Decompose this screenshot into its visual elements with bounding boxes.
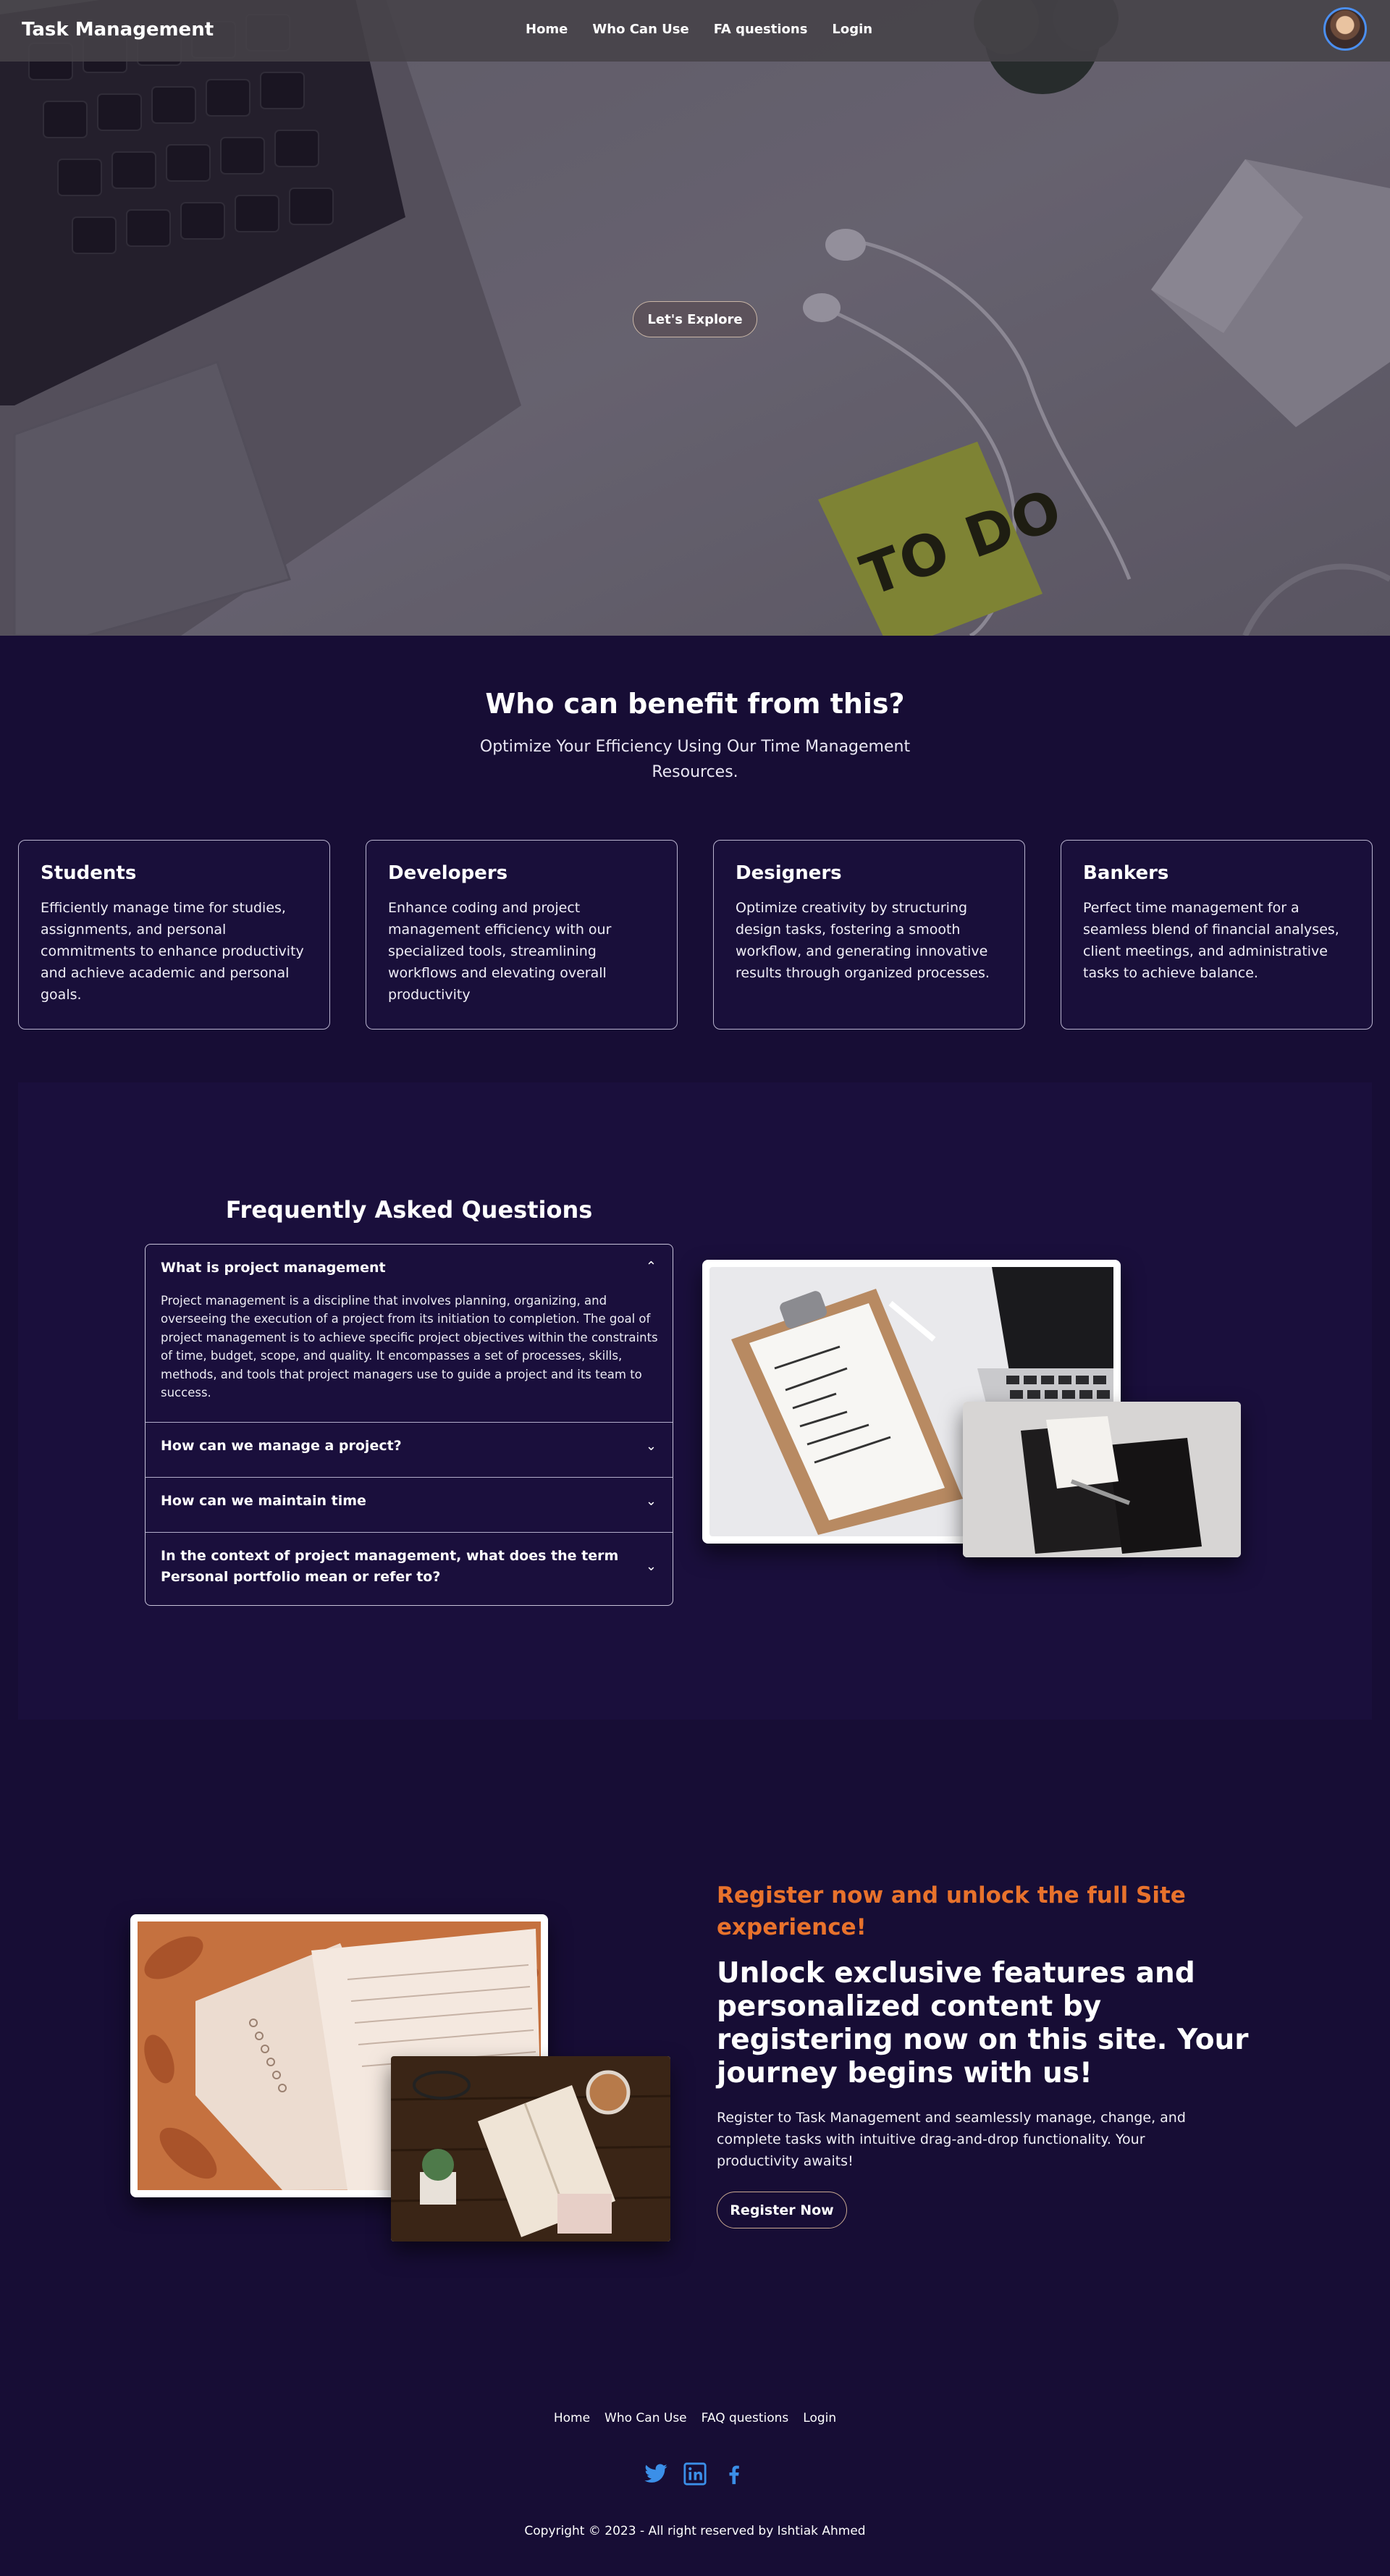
chevron-down-icon[interactable]: ⌄ [646, 1439, 657, 1454]
faq-question[interactable]: What is project management [146, 1245, 673, 1279]
footer-nav: Home Who Can Use FAQ questions Login [0, 2411, 1390, 2425]
benefit-card-designers: Designers Optimize creativity by structu… [713, 840, 1025, 1030]
footer-link-home[interactable]: Home [554, 2411, 590, 2425]
footer-link-faq[interactable]: FAQ questions [702, 2411, 789, 2425]
card-title: Developers [388, 862, 508, 884]
faq-item-open[interactable]: What is project management ⌃ Project man… [146, 1245, 673, 1423]
chevron-down-icon[interactable]: ⌄ [646, 1559, 657, 1574]
nav-link-faq[interactable]: FA questions [714, 22, 808, 37]
faq-question[interactable]: How can we manage a project? [146, 1423, 673, 1457]
card-title: Bankers [1083, 862, 1169, 884]
chevron-down-icon[interactable]: ⌄ [646, 1494, 657, 1509]
hero-section: TO DO Let's Explore [0, 0, 1390, 636]
wallet-photo [963, 1402, 1241, 1557]
register-photo-notebook [390, 2056, 671, 2242]
register-kicker: Register now and unlock the full Site ex… [717, 1882, 1186, 1940]
nav-link-who-can-use[interactable]: Who Can Use [592, 22, 688, 37]
benefit-card-bankers: Bankers Perfect time management for a se… [1061, 840, 1373, 1030]
register-description: Register to Task Management and seamless… [717, 2110, 1186, 2169]
copyright-text: Copyright © 2023 - All right reserved by… [524, 2524, 866, 2538]
faq-item[interactable]: In the context of project management, wh… [146, 1533, 673, 1605]
user-avatar[interactable] [1323, 7, 1367, 51]
benefits-subtitle: Optimize Your Efficiency Using Our Time … [479, 738, 911, 781]
faq-title: Frequently Asked Questions [225, 1196, 593, 1224]
card-text: Optimize creativity by structuring desig… [736, 900, 990, 981]
benefit-card-students: Students Efficiently manage time for stu… [18, 840, 330, 1030]
benefit-card-developers: Developers Enhance coding and project ma… [366, 840, 678, 1030]
faq-item[interactable]: How can we maintain time ⌄ [146, 1478, 673, 1533]
chevron-up-icon[interactable]: ⌃ [646, 1259, 657, 1274]
lets-explore-button[interactable]: Let's Explore [633, 301, 757, 337]
faq-question[interactable]: In the context of project management, wh… [146, 1533, 673, 1588]
benefits-title: Who can benefit from this? [485, 688, 905, 720]
main-nav: Home Who Can Use FA questions Login [526, 22, 872, 37]
top-navbar: Task Management Home Who Can Use FA ques… [0, 0, 1390, 62]
faq-accordion: What is project management ⌃ Project man… [145, 1244, 673, 1606]
faq-photo-wallet [963, 1402, 1241, 1557]
faq-item[interactable]: How can we manage a project? ⌄ [146, 1423, 673, 1478]
card-text: Efficiently manage time for studies, ass… [41, 900, 304, 1003]
social-links [0, 2462, 1390, 2486]
card-text: Enhance coding and project management ef… [388, 900, 612, 1003]
nav-link-login[interactable]: Login [832, 22, 872, 37]
brand-title[interactable]: Task Management [22, 19, 214, 41]
faq-question[interactable]: How can we maintain time [146, 1478, 673, 1512]
faq-answer: Project management is a discipline that … [161, 1294, 658, 1400]
card-title: Students [41, 862, 137, 884]
card-text: Perfect time management for a seamless b… [1083, 900, 1339, 981]
twitter-icon[interactable] [644, 2462, 668, 2486]
notebook-photo [390, 2056, 671, 2242]
facebook-icon[interactable] [722, 2462, 746, 2486]
footer-link-login[interactable]: Login [803, 2411, 836, 2425]
nav-link-home[interactable]: Home [526, 22, 568, 37]
register-now-button[interactable]: Register Now [717, 2192, 847, 2228]
card-title: Designers [736, 862, 842, 884]
linkedin-icon[interactable] [683, 2462, 707, 2486]
footer-link-who-can-use[interactable]: Who Can Use [605, 2411, 687, 2425]
register-title: Unlock exclusive features and personaliz… [717, 1957, 1249, 2089]
